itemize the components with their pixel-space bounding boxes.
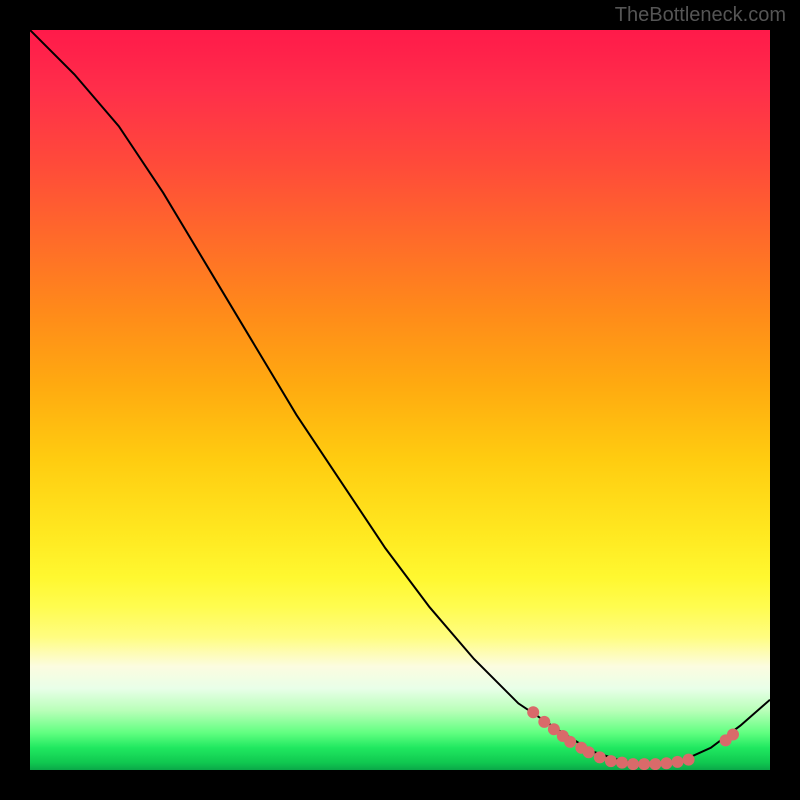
chart-marker — [649, 758, 661, 770]
chart-marker — [616, 757, 628, 769]
chart-svg — [30, 30, 770, 770]
chart-marker — [638, 758, 650, 770]
chart-marker — [527, 706, 539, 718]
chart-marker — [564, 736, 576, 748]
chart-curve — [30, 30, 770, 764]
chart-marker — [683, 754, 695, 766]
chart-marker — [627, 758, 639, 770]
chart-markers — [527, 706, 739, 770]
watermark: TheBottleneck.com — [615, 4, 786, 27]
chart-marker — [727, 729, 739, 741]
chart-marker — [594, 751, 606, 763]
chart-marker — [538, 716, 550, 728]
chart-marker — [672, 756, 684, 768]
chart-plot-area — [30, 30, 770, 770]
chart-marker — [660, 757, 672, 769]
chart-marker — [605, 755, 617, 767]
chart-marker — [583, 746, 595, 758]
